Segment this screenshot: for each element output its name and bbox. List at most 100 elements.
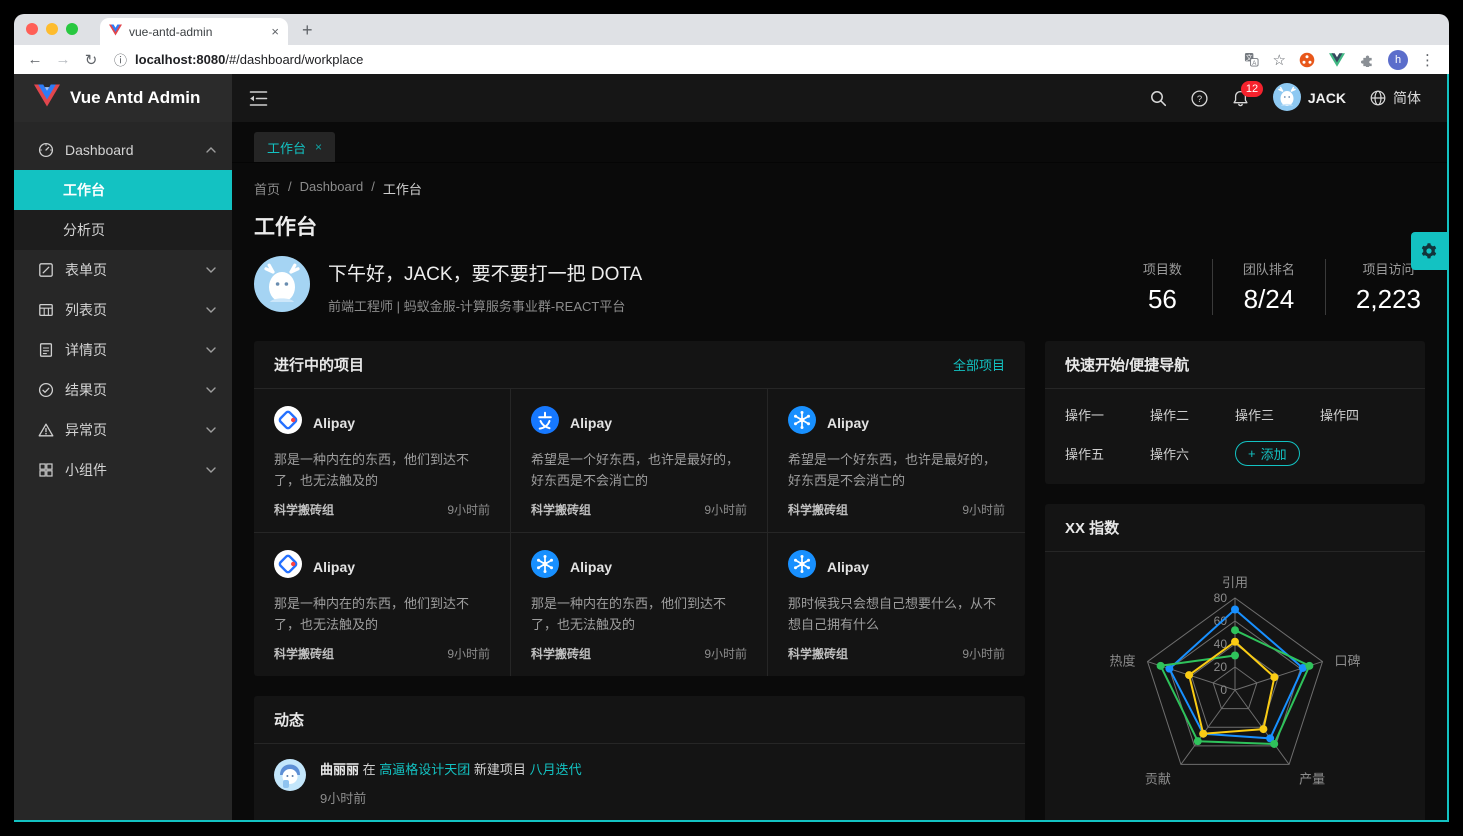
- project-name[interactable]: Alipay: [827, 415, 869, 431]
- sidebar-item-lists[interactable]: 列表页: [14, 290, 232, 330]
- sidebar-item-forms[interactable]: 表单页: [14, 250, 232, 290]
- project-group[interactable]: 科学搬砖组: [531, 645, 591, 662]
- project-name[interactable]: Alipay: [313, 559, 355, 575]
- bookmark-star-icon[interactable]: ☆: [1273, 51, 1286, 69]
- language-switcher[interactable]: 简体: [1370, 88, 1421, 108]
- browser-toolbar: ← → ↻ ⓘ localhost:8080/#/dashboard/workp…: [14, 45, 1449, 74]
- legend-item-a[interactable]: a: [1175, 818, 1198, 820]
- sidebar-item-analysis[interactable]: 分析页: [14, 210, 232, 250]
- extension-orange-icon[interactable]: [1298, 51, 1316, 69]
- form-icon: [38, 262, 54, 278]
- address-bar[interactable]: ⓘ localhost:8080/#/dashboard/workplace: [106, 50, 1241, 69]
- browser-profile-avatar[interactable]: h: [1388, 50, 1408, 70]
- activity-team-link[interactable]: 高逼格设计天团: [379, 762, 470, 777]
- legend-item-b[interactable]: b: [1224, 818, 1247, 820]
- radar-card-title: XX 指数: [1065, 517, 1119, 538]
- check-circle-icon: [38, 382, 54, 398]
- page-info-icon[interactable]: ⓘ: [114, 50, 127, 69]
- page-tab-workplace[interactable]: 工作台 ×: [254, 132, 335, 162]
- browser-tab[interactable]: vue-antd-admin ×: [100, 18, 288, 45]
- app-logo-area[interactable]: Vue Antd Admin: [14, 74, 232, 122]
- projects-card-title: 进行中的项目: [274, 354, 364, 375]
- project-description: 那是一种内在的东西，他们到达不了，也无法触及的: [531, 594, 747, 636]
- project-description: 那时候我只会想自己想要什么，从不想自己拥有什么: [788, 594, 1005, 636]
- project-name[interactable]: Alipay: [570, 415, 612, 431]
- sidebar-item-workplace[interactable]: 工作台: [14, 170, 232, 210]
- project-card[interactable]: Alipay 那是一种内在的东西，他们到达不了，也无法触及的科学搬砖组 9小时前: [511, 533, 768, 676]
- page-tab-close-icon[interactable]: ×: [315, 140, 322, 154]
- forward-button[interactable]: →: [50, 51, 76, 68]
- sidebar-item-results[interactable]: 结果页: [14, 370, 232, 410]
- maximize-window-button[interactable]: [66, 23, 78, 35]
- browser-menu-icon[interactable]: ⋮: [1420, 51, 1435, 69]
- sidebar-item-details[interactable]: 详情页: [14, 330, 232, 370]
- radar-chart-area: 020406080引用口碑产量贡献热度 a b c: [1045, 552, 1425, 820]
- legend-item-c[interactable]: c: [1273, 818, 1296, 820]
- project-card[interactable]: Alipay希望是一个好东西，也许是最好的，好东西是不会消亡的科学搬砖组9小时前: [768, 389, 1025, 533]
- translate-icon[interactable]: 文A: [1243, 51, 1261, 69]
- svg-text:引用: 引用: [1222, 575, 1248, 590]
- add-button[interactable]: + 添加: [1235, 441, 1300, 466]
- quick-link-6[interactable]: 操作六: [1150, 444, 1235, 463]
- activity-card-title: 动态: [274, 709, 304, 730]
- close-window-button[interactable]: [26, 23, 38, 35]
- projects-grid: Alipay那是一种内在的东西，他们到达不了，也无法触及的科学搬砖组9小时前Al…: [254, 389, 1025, 676]
- activity-item[interactable]: 曲丽丽 在 高逼格设计天团 新建项目 八月迭代 9小时前: [274, 744, 1005, 820]
- antd-logo-icon: [274, 406, 302, 439]
- project-card[interactable]: Alipay那是一种内在的东西，他们到达不了，也无法触及的科学搬砖组9小时前: [254, 533, 511, 676]
- breadcrumb-dashboard[interactable]: Dashboard: [300, 179, 364, 198]
- project-group[interactable]: 科学搬砖组: [788, 645, 848, 662]
- activity-target-link[interactable]: 八月迭代: [530, 762, 582, 777]
- quick-link-5[interactable]: 操作五: [1065, 444, 1150, 463]
- vue-devtools-icon[interactable]: [1328, 51, 1346, 69]
- user-menu[interactable]: JACK: [1273, 83, 1346, 114]
- all-projects-link[interactable]: 全部项目: [953, 355, 1005, 374]
- new-tab-button[interactable]: +: [302, 20, 313, 41]
- sidebar-collapse-button[interactable]: [232, 74, 284, 122]
- notifications-bell-icon[interactable]: 12: [1232, 90, 1249, 107]
- quick-link-4[interactable]: 操作四: [1320, 405, 1405, 424]
- sidebar-item-widgets[interactable]: 小组件: [14, 450, 232, 490]
- app-title: Vue Antd Admin: [70, 88, 200, 108]
- project-group[interactable]: 科学搬砖组: [274, 501, 334, 518]
- project-group[interactable]: 科学搬砖组: [274, 645, 334, 662]
- antdpro-logo-icon: [788, 550, 816, 578]
- quick-link-1[interactable]: 操作一: [1065, 405, 1150, 424]
- help-icon[interactable]: ?: [1191, 90, 1208, 107]
- dashboard-submenu: 工作台 分析页: [14, 170, 232, 250]
- project-card[interactable]: Alipay希望是一个好东西，也许是最好的，好东西是不会消亡的科学搬砖组9小时前: [511, 389, 768, 533]
- project-group[interactable]: 科学搬砖组: [788, 501, 848, 518]
- browser-tabstrip: vue-antd-admin × +: [14, 14, 1449, 45]
- project-time: 9小时前: [704, 501, 747, 518]
- breadcrumb-home[interactable]: 首页: [254, 179, 280, 198]
- search-icon[interactable]: [1150, 90, 1167, 107]
- dashboard-icon: [38, 142, 54, 158]
- quick-link-2[interactable]: 操作二: [1150, 405, 1235, 424]
- svg-text:0: 0: [1220, 683, 1227, 697]
- theme-settings-button[interactable]: [1411, 232, 1447, 270]
- reload-button[interactable]: ↻: [78, 51, 104, 69]
- back-button[interactable]: ←: [22, 51, 48, 68]
- svg-text:贡献: 贡献: [1145, 771, 1171, 786]
- project-name[interactable]: Alipay: [570, 559, 612, 575]
- project-card[interactable]: Alipay那是一种内在的东西，他们到达不了，也无法触及的科学搬砖组9小时前: [254, 389, 511, 533]
- antdpro-logo-icon: [531, 550, 559, 583]
- window-controls: [26, 14, 78, 45]
- project-card[interactable]: Alipay那时候我只会想自己想要什么，从不想自己拥有什么科学搬砖组9小时前: [768, 533, 1025, 676]
- tab-close-icon[interactable]: ×: [271, 24, 279, 39]
- project-name[interactable]: Alipay: [313, 415, 355, 431]
- antd-logo-icon: [274, 406, 302, 434]
- project-group[interactable]: 科学搬砖组: [531, 501, 591, 518]
- sidebar-item-dashboard[interactable]: Dashboard: [14, 130, 232, 170]
- extensions-puzzle-icon[interactable]: [1358, 51, 1376, 69]
- chevron-down-icon: [206, 467, 216, 473]
- project-time: 9小时前: [704, 645, 747, 662]
- quick-link-3[interactable]: 操作三: [1235, 405, 1320, 424]
- chevron-down-icon: [206, 267, 216, 273]
- project-name[interactable]: Alipay: [827, 559, 869, 575]
- browser-tab-title: vue-antd-admin: [129, 25, 264, 39]
- minimize-window-button[interactable]: [46, 23, 58, 35]
- chevron-down-icon: [206, 347, 216, 353]
- app-root: Vue Antd Admin ? 12: [14, 74, 1449, 822]
- sidebar-item-exceptions[interactable]: 异常页: [14, 410, 232, 450]
